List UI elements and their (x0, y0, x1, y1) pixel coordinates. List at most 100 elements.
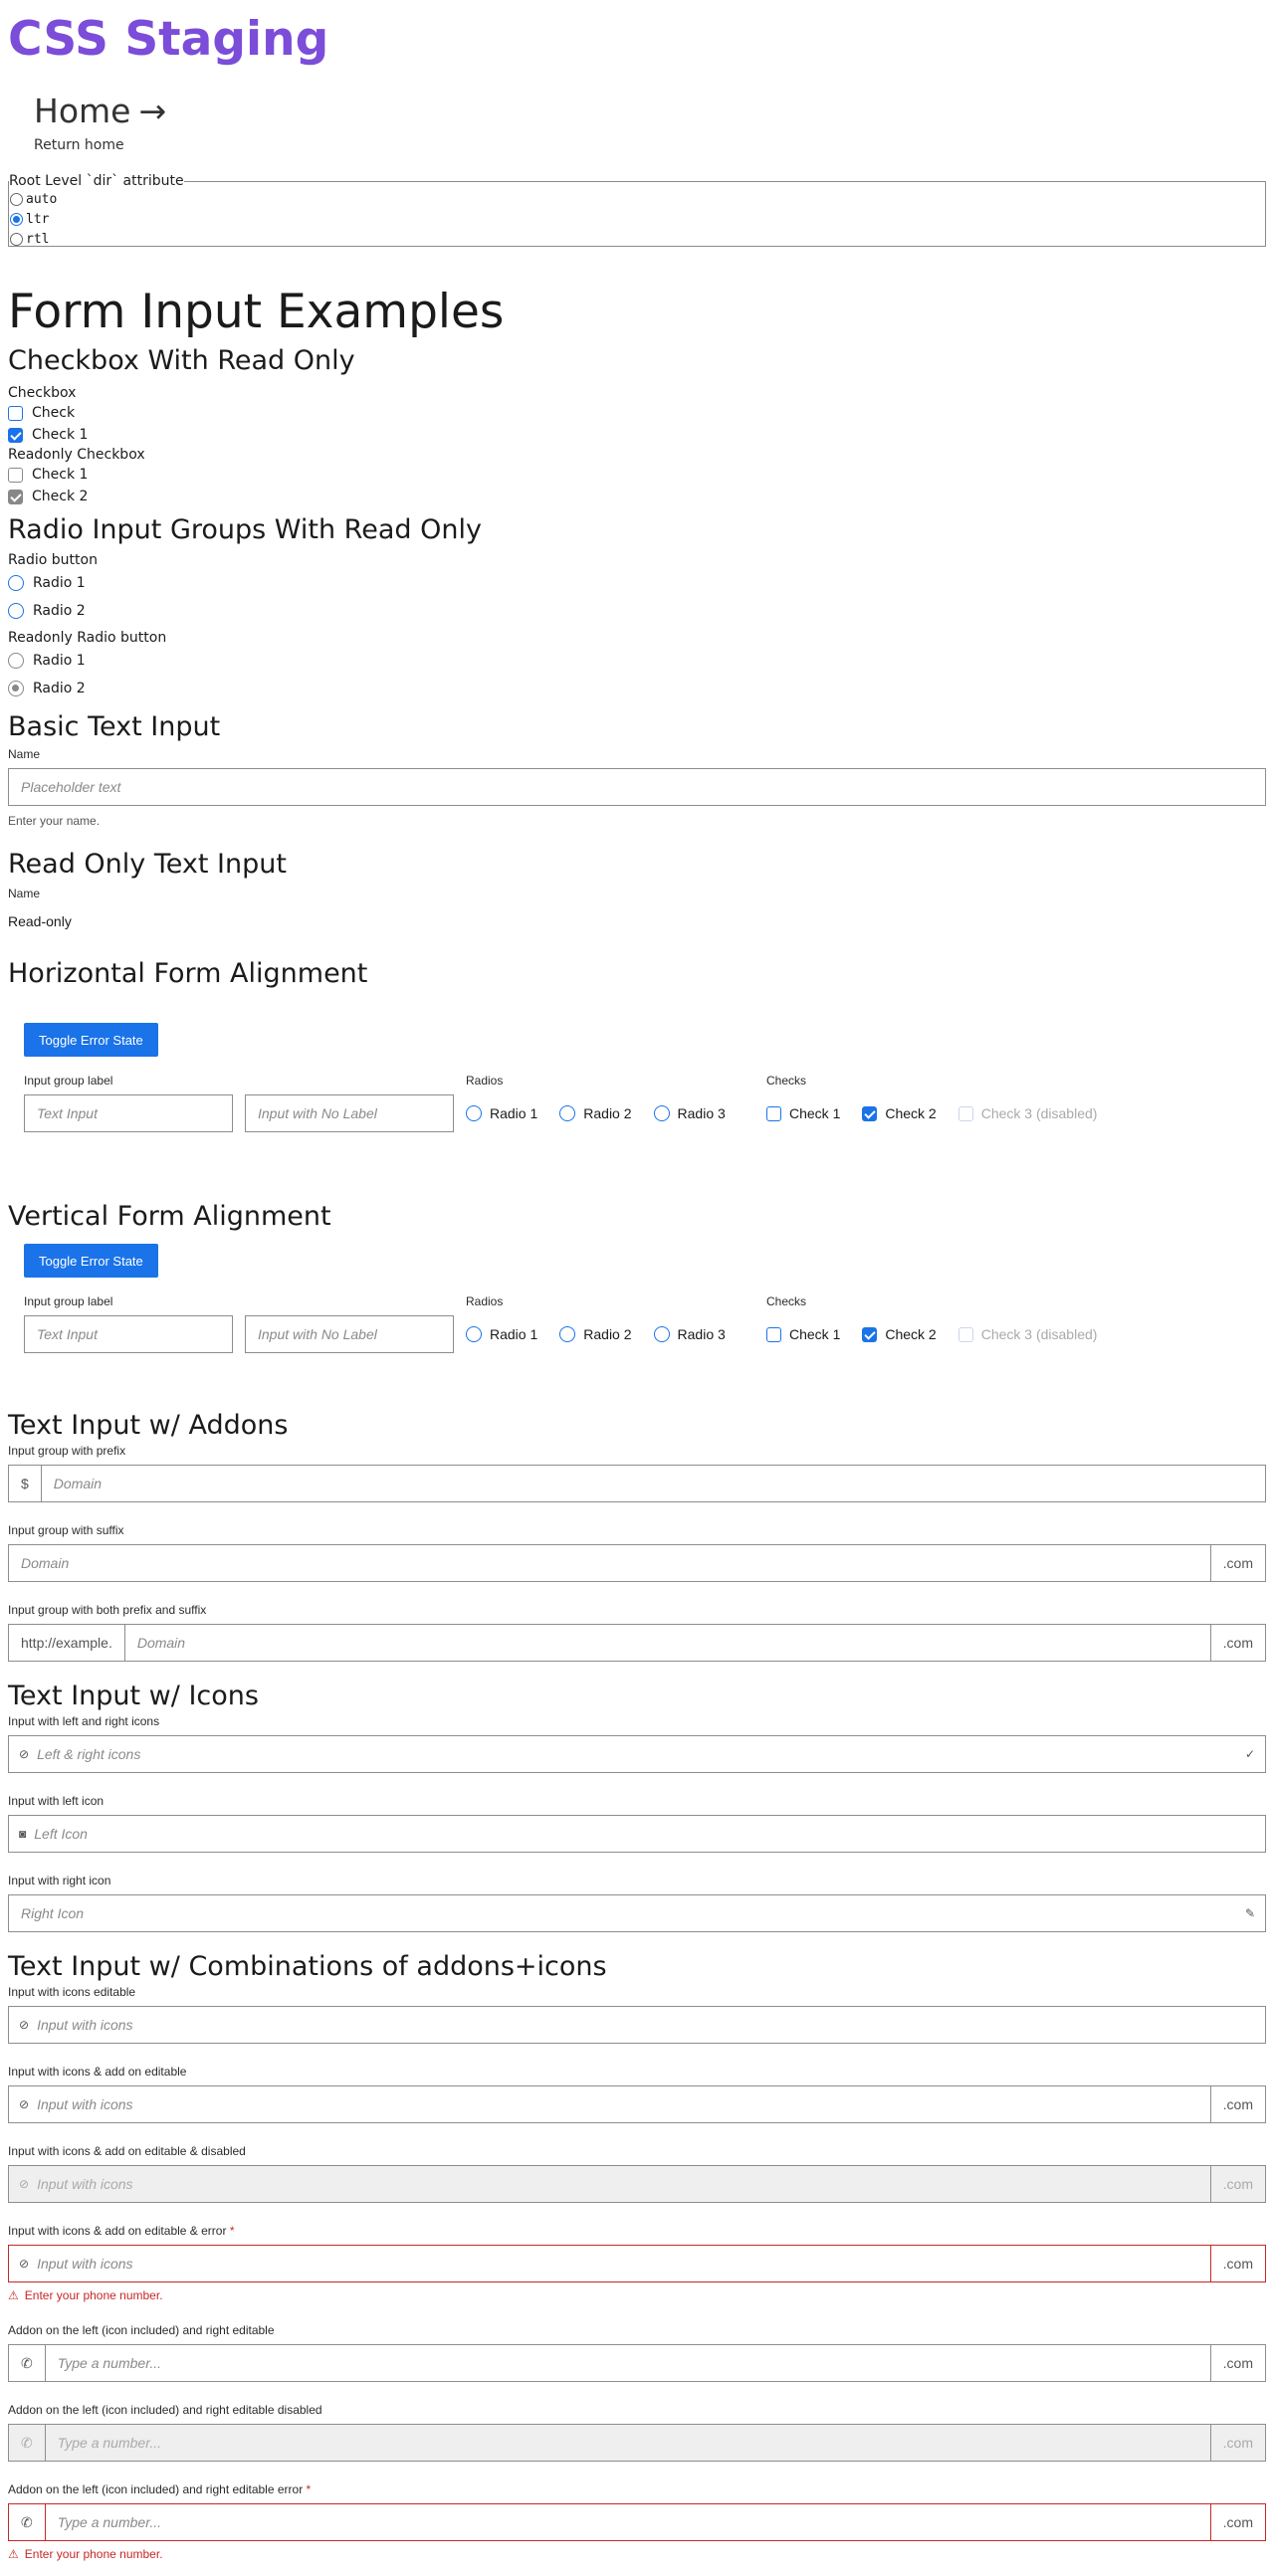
checkbox-checked-icon[interactable] (862, 1326, 878, 1342)
com-addon: .com (1209, 2504, 1265, 2540)
radio-icon[interactable] (466, 1326, 482, 1342)
checks-group: Check 1 Check 2 Check 3 (disabled) (766, 1094, 1097, 1132)
left-icon-input[interactable]: ◙ Left Icon (8, 1815, 1266, 1853)
dir-option-rtl[interactable]: rtl (10, 229, 1265, 249)
right-icon-input[interactable]: Right Icon ✎ (8, 1894, 1266, 1932)
radio-label: Radio 3 (677, 1105, 726, 1121)
combo-input-icons[interactable]: ⊘ Input with icons (8, 2006, 1266, 2044)
placeholder-text: Left Icon (34, 1826, 88, 1842)
addons-heading: Text Input w/ Addons (8, 1410, 289, 1441)
phone-icon: ✆ (9, 2345, 46, 2381)
checkbox-disabled-icon (957, 1326, 973, 1342)
input-group-label: Input group label (24, 1074, 113, 1088)
check-option[interactable]: Check 1 (766, 1326, 840, 1342)
home-label[interactable]: Home (34, 92, 130, 131)
checkbox-disabled-icon (957, 1105, 973, 1121)
dir-option-ltr[interactable]: ltr (10, 209, 1265, 229)
combo-label-error: Input with icons & add on editable & err… (8, 2223, 1266, 2239)
readonly-value: Read-only (8, 913, 72, 929)
radio-checked-icon[interactable] (10, 212, 23, 226)
checkbox-checked-icon[interactable] (862, 1105, 878, 1121)
prefix-input[interactable]: $ Domain (8, 1465, 1266, 1502)
check-option[interactable]: Check 1 (766, 1105, 840, 1121)
horizontal-heading: Horizontal Form Alignment (8, 958, 368, 989)
dir-option-label: rtl (26, 231, 50, 247)
both-label: Input group with both prefix and suffix (8, 1603, 207, 1617)
placeholder-text: Type a number... (57, 2435, 162, 2451)
radio-icon[interactable] (8, 603, 24, 619)
combo-input-error[interactable]: ⊘ Input with icons .com (8, 2245, 1266, 2282)
checkbox-label: Check (32, 405, 76, 421)
radios-group: Radio 1 Radio 2 Radio 3 (466, 1315, 754, 1353)
radio-icon[interactable] (466, 1105, 482, 1121)
placeholder-text: Domain (53, 1476, 103, 1491)
check-label: Check 3 (disabled) (980, 1105, 1098, 1121)
arrow-right-icon: → (138, 92, 167, 130)
check-option-disabled: Check 3 (disabled) (957, 1326, 1097, 1342)
globe-icon: ⊘ (19, 2177, 30, 2191)
radio-icon[interactable] (8, 575, 24, 591)
checkbox-section-heading: Checkbox With Read Only (8, 345, 355, 376)
toggle-error-button[interactable]: Toggle Error State (24, 1023, 158, 1057)
checks-label: Checks (766, 1074, 807, 1088)
checkbox-icon[interactable] (8, 405, 23, 421)
readonly-text-heading: Read Only Text Input (8, 849, 287, 880)
radio-option[interactable]: Radio 1 (466, 1105, 537, 1121)
text-input[interactable]: Text Input (24, 1315, 233, 1353)
radio-icon[interactable] (10, 192, 23, 206)
error-message: ⚠ Enter your phone number. (8, 2288, 1266, 2302)
checkbox-readonly-checked-icon (8, 489, 23, 504)
dir-option-auto[interactable]: auto (10, 189, 1265, 209)
prefix-suffix-input[interactable]: http://example. Domain .com (8, 1624, 1266, 1662)
radio-1[interactable]: Radio 1 (8, 569, 1266, 597)
input-no-label[interactable]: Input with No Label (245, 1094, 454, 1132)
checkbox-check[interactable]: Check (8, 402, 1266, 424)
radio-option[interactable]: Radio 2 (559, 1326, 632, 1342)
radio-icon[interactable] (559, 1105, 576, 1121)
radio-readonly-icon (8, 653, 24, 669)
radio-icon[interactable] (559, 1326, 576, 1342)
checkbox-group-label: Checkbox (8, 385, 77, 401)
radio-option[interactable]: Radio 2 (559, 1105, 632, 1121)
suffix-input[interactable]: Domain .com (8, 1544, 1266, 1582)
combo-input-icons-addon[interactable]: ⊘ Input with icons .com (8, 2085, 1266, 2123)
text-input[interactable]: Text Input (24, 1094, 233, 1132)
checkbox-icon[interactable] (766, 1326, 781, 1342)
home-link[interactable]: Home → Return home (34, 92, 1266, 153)
check-option[interactable]: Check 2 (862, 1326, 937, 1342)
checkbox-check-1[interactable]: Check 1 (8, 424, 1266, 446)
combo-label: Addon on the left (icon included) and ri… (8, 2403, 322, 2417)
radio-icon[interactable] (653, 1105, 670, 1121)
input-no-label[interactable]: Input with No Label (245, 1315, 454, 1353)
radio-option[interactable]: Radio 3 (653, 1326, 726, 1342)
check-option[interactable]: Check 2 (862, 1105, 937, 1121)
radio-icon[interactable] (653, 1326, 670, 1342)
required-marker: * (229, 2224, 235, 2238)
placeholder-text: Input with icons (37, 2017, 133, 2033)
phone-input[interactable]: ✆ Type a number... .com (8, 2344, 1266, 2382)
combo-label-text: Addon on the left (icon included) and ri… (8, 2482, 304, 2496)
radio-icon[interactable] (10, 232, 23, 246)
radio-option[interactable]: Radio 1 (466, 1326, 537, 1342)
warning-icon: ⚠ (8, 2547, 19, 2561)
checkbox-icon[interactable] (766, 1105, 781, 1121)
radio-label: Radio 1 (490, 1105, 538, 1121)
site-title[interactable]: CSS Staging (8, 10, 1266, 70)
lr-icons-input[interactable]: ⊘ Left & right icons ✓ (8, 1735, 1266, 1773)
com-addon: .com (1209, 1625, 1265, 1661)
com-addon: .com (1209, 2345, 1265, 2381)
vertical-heading: Vertical Form Alignment (8, 1201, 331, 1232)
radio-2[interactable]: Radio 2 (8, 597, 1266, 625)
name-hint: Enter your name. (8, 814, 101, 828)
toggle-error-button[interactable]: Toggle Error State (24, 1244, 158, 1278)
combos-heading: Text Input w/ Combinations of addons+ico… (8, 1951, 607, 1982)
radio-option[interactable]: Radio 3 (653, 1105, 726, 1121)
name-input[interactable]: Placeholder text (8, 768, 1266, 806)
icons-heading: Text Input w/ Icons (8, 1681, 259, 1711)
basic-text-heading: Basic Text Input (8, 711, 221, 742)
dollar-addon: $ (9, 1466, 42, 1501)
combo-input-disabled: ⊘ Input with icons .com (8, 2165, 1266, 2203)
phone-input-error[interactable]: ✆ Type a number... .com (8, 2503, 1266, 2541)
checkbox-checked-icon[interactable] (8, 427, 23, 443)
combo-label-error: Addon on the left (icon included) and ri… (8, 2481, 1266, 2497)
